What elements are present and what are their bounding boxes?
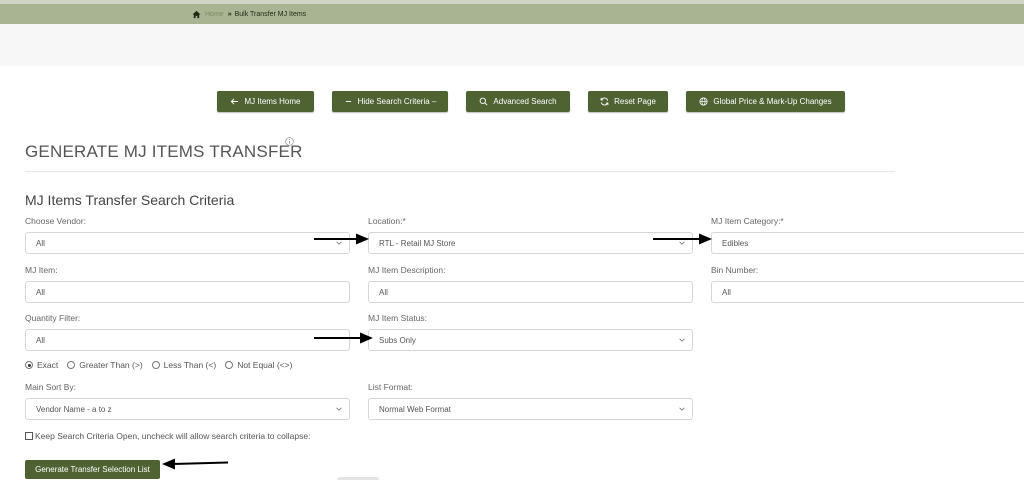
vendor-value: All (36, 238, 45, 248)
location-label: Location:* (368, 216, 406, 226)
vendor-select[interactable]: All (25, 232, 350, 254)
sort-label: Main Sort By: (25, 382, 77, 392)
hide-search-criteria-label: Hide Search Criteria – (357, 97, 437, 106)
description-label: MJ Item Description: (368, 265, 446, 275)
generate-transfer-button[interactable]: Generate Transfer Selection List (25, 460, 160, 479)
breadcrumb-home-link[interactable]: Home (205, 11, 224, 18)
radio-label: Less Than (<) (163, 360, 217, 370)
description-input[interactable]: All (368, 281, 693, 303)
minus-icon (345, 101, 351, 102)
subheader-band (0, 24, 1024, 66)
quantity-filter-options: Exact Greater Than (>) Less Than (<) Not… (25, 359, 301, 371)
format-value: Normal Web Format (379, 404, 451, 414)
radio-not-equal[interactable]: Not Equal (<>) (225, 360, 292, 370)
format-select[interactable]: Normal Web Format (368, 398, 693, 420)
breadcrumb-separator: » (227, 10, 232, 18)
bin-input[interactable]: All (711, 281, 1024, 303)
info-icon[interactable] (285, 137, 294, 146)
radio-dot (151, 361, 160, 369)
breadcrumb: Home » Bulk Transfer MJ Items (192, 4, 306, 24)
breadcrumb-bar (0, 4, 1024, 24)
chevron-down-icon (336, 407, 342, 411)
format-label: List Format: (368, 382, 413, 392)
status-label: MJ Item Status: (368, 313, 428, 323)
chevron-down-icon (679, 338, 685, 342)
status-select[interactable]: Subs Only (368, 329, 693, 351)
reset-page-label: Reset Page (614, 97, 656, 106)
section-title: MJ Items Transfer Search Criteria (25, 192, 235, 208)
page-title: GENERATE MJ ITEMS TRANSFER (25, 142, 303, 161)
globe-icon (699, 97, 708, 106)
toolbar: MJ Items Home Hide Search Criteria – Adv… (0, 91, 1024, 113)
arrow-left-icon (231, 98, 239, 105)
mj-items-home-label: MJ Items Home (244, 97, 301, 106)
quantity-label: Quantity Filter: (25, 313, 81, 323)
category-label: MJ Item Category:* (711, 216, 784, 226)
radio-greater-than[interactable]: Greater Than (>) (67, 360, 143, 370)
arrow-left-icon (162, 458, 229, 470)
category-select[interactable]: Edibles (711, 232, 1024, 254)
arrow-right-icon (653, 233, 712, 245)
radio-label: Greater Than (>) (79, 360, 143, 370)
mj-items-home-button[interactable]: MJ Items Home (217, 91, 314, 112)
refresh-icon (600, 97, 609, 106)
breadcrumb-current: Bulk Transfer MJ Items (234, 10, 307, 18)
arrow-right-icon (314, 332, 373, 344)
location-select[interactable]: RTL - Retail MJ Store (368, 232, 693, 254)
radio-dot (67, 361, 76, 369)
title-divider (25, 171, 895, 172)
global-price-markup-button[interactable]: Global Price & Mark-Up Changes (686, 91, 845, 112)
radio-label: Exact (37, 360, 59, 370)
advanced-search-button[interactable]: Advanced Search (466, 91, 570, 112)
sort-value: Vendor Name - a to z (36, 404, 112, 414)
search-icon (480, 97, 488, 106)
description-value: All (379, 287, 388, 297)
keep-search-open-row: Keep Search Criteria Open, uncheck will … (25, 431, 310, 441)
home-icon[interactable] (192, 10, 201, 19)
keep-search-open-checkbox[interactable] (25, 432, 33, 440)
item-label: MJ Item: (25, 265, 58, 275)
arrow-right-icon (314, 233, 369, 245)
bin-label: Bin Number: (711, 265, 759, 275)
radio-dot (225, 361, 234, 369)
radio-dot (25, 361, 33, 369)
quantity-value: All (36, 335, 45, 345)
location-value: RTL - Retail MJ Store (379, 238, 456, 248)
radio-exact[interactable]: Exact (25, 360, 58, 370)
radio-label: Not Equal (<>) (237, 360, 293, 370)
chevron-down-icon (679, 407, 685, 411)
item-input[interactable]: All (25, 281, 350, 303)
bin-value: All (722, 287, 731, 297)
reset-page-button[interactable]: Reset Page (588, 91, 668, 112)
status-value: Subs Only (379, 335, 416, 345)
sort-select[interactable]: Vendor Name - a to z (25, 398, 350, 420)
hide-search-criteria-button[interactable]: Hide Search Criteria – (332, 91, 448, 112)
radio-less-than[interactable]: Less Than (<) (151, 360, 217, 370)
category-value: Edibles (722, 238, 749, 248)
quantity-input[interactable]: All (25, 329, 350, 351)
keep-search-open-label: Keep Search Criteria Open, uncheck will … (35, 431, 311, 441)
item-value: All (36, 287, 45, 297)
global-price-markup-label: Global Price & Mark-Up Changes (713, 97, 832, 106)
advanced-search-label: Advanced Search (493, 97, 557, 106)
vendor-label: Choose Vendor: (25, 216, 86, 226)
